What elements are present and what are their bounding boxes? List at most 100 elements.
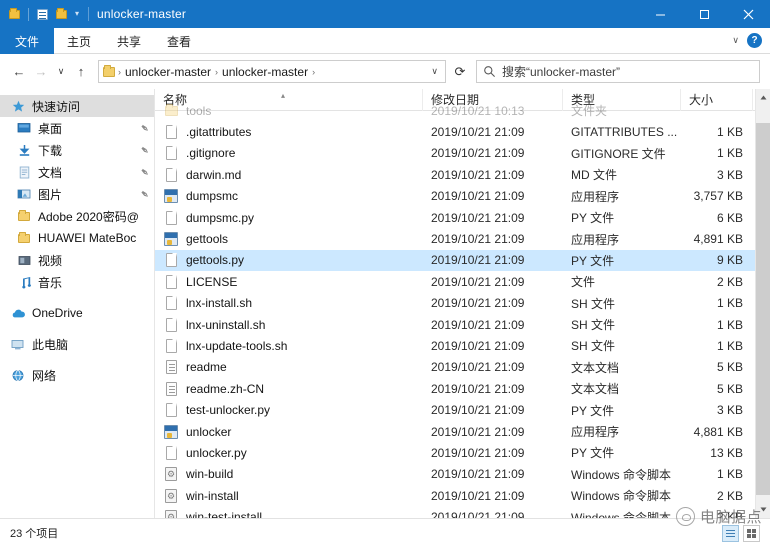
back-button[interactable]: ← [8, 60, 30, 84]
file-name-cell[interactable]: dumpsmc [155, 188, 423, 204]
up-button[interactable]: ↑ [70, 60, 92, 84]
table-row[interactable]: .gitattributes 2019/10/21 21:09 GITATTRIBU… [155, 121, 755, 142]
sidebar-item-this-pc[interactable]: 此电脑 [0, 333, 155, 355]
table-row[interactable]: tools 2019/10/21 10:13 文件夹 [155, 100, 755, 121]
sidebar-item-onedrive[interactable]: OneDrive [0, 302, 155, 324]
table-row[interactable]: dumpsmc 2019/10/21 21:09 应用程序 3,757 KB [155, 186, 755, 207]
file-name-cell[interactable]: win-test-install [155, 509, 423, 518]
search-box[interactable]: 搜索“unlocker-master” [476, 60, 760, 83]
tab-share[interactable]: 共享 [104, 28, 154, 54]
file-date-cell: 2019/10/21 21:09 [431, 296, 525, 311]
tab-home[interactable]: 主页 [54, 28, 104, 54]
recent-locations-icon[interactable]: ∨ [52, 60, 70, 84]
file-name-cell[interactable]: LICENSE [155, 274, 423, 290]
table-row[interactable]: .gitignore 2019/10/21 21:09 GITIGNORE 文件 1 … [155, 143, 755, 164]
tab-file[interactable]: 文件 [0, 28, 55, 54]
chevron-down-icon[interactable]: ▾ [72, 10, 82, 18]
properties-icon[interactable] [34, 6, 51, 23]
sidebar-item-downloads[interactable]: 下载 ✒ [0, 139, 155, 161]
file-name-cell[interactable]: readme.zh-CN [155, 381, 423, 397]
file-icon [163, 338, 179, 354]
file-type-cell: SH 文件 [571, 339, 616, 354]
table-row[interactable]: lnx-uninstall.sh 2019/10/21 21:09 SH 文件 1 K… [155, 314, 755, 335]
address-dropdown-icon[interactable]: ∨ [428, 66, 441, 77]
scroll-down-icon[interactable] [756, 501, 770, 518]
table-row[interactable]: readme.zh-CN 2019/10/21 21:09 文本文档 5 KB [155, 378, 755, 399]
search-input[interactable]: 搜索“unlocker-master” [502, 63, 620, 80]
refresh-button[interactable]: ⟳ [448, 60, 472, 83]
file-name-cell[interactable]: unlocker.py [155, 445, 423, 461]
file-size-cell: 3,757 KB [693, 189, 743, 204]
file-size-cell: 1 KB [716, 125, 743, 140]
breadcrumb-item-2[interactable]: unlocker-master [219, 65, 311, 79]
table-row[interactable]: gettools.py 2019/10/21 21:09 PY 文件 9 KB [155, 249, 755, 272]
sidebar-item-pictures[interactable]: 图片 ✒ [0, 183, 155, 205]
file-name-cell[interactable]: win-build [155, 466, 423, 482]
table-row[interactable]: dumpsmc.py 2019/10/21 21:09 PY 文件 6 KB [155, 207, 755, 228]
folder-icon [16, 230, 32, 246]
file-name-cell[interactable]: lnx-update-tools.sh [155, 338, 423, 354]
file-name-cell[interactable]: gettools [155, 231, 423, 247]
file-name-cell[interactable]: dumpsmc.py [155, 210, 423, 226]
text-icon [163, 381, 179, 397]
table-row[interactable]: unlocker.py 2019/10/21 21:09 PY 文件 13 KB [155, 442, 755, 463]
sidebar-item-huawei-folder[interactable]: HUAWEI MateBoc [0, 227, 155, 249]
vertical-scrollbar[interactable] [755, 89, 770, 518]
table-row[interactable]: LICENSE 2019/10/21 21:09 文件 2 KB [155, 271, 755, 292]
file-name-cell[interactable]: darwin.md [155, 167, 423, 183]
tab-view[interactable]: 查看 [154, 28, 204, 54]
chevron-down-icon[interactable]: ∨ [732, 35, 739, 46]
scrollbar-thumb[interactable] [756, 123, 770, 495]
pin-icon[interactable]: ✒ [137, 120, 152, 136]
table-row[interactable]: unlocker 2019/10/21 21:09 应用程序 4,881 KB [155, 421, 755, 442]
file-name-label: lnx-uninstall.sh [186, 317, 266, 332]
file-date-cell: 2019/10/21 21:09 [431, 403, 525, 418]
file-name-cell[interactable]: test-unlocker.py [155, 402, 423, 418]
file-size-cell: 2 KB [716, 510, 743, 518]
details-view-button[interactable] [722, 524, 739, 542]
sidebar-item-videos[interactable]: 视频 [0, 249, 155, 271]
scroll-up-icon[interactable] [756, 89, 770, 106]
file-name-cell[interactable]: .gitignore [155, 145, 423, 161]
pin-icon[interactable]: ✒ [137, 164, 152, 180]
file-name-cell[interactable]: unlocker [155, 424, 423, 440]
file-name-cell[interactable]: gettools.py [155, 252, 423, 268]
help-icon[interactable]: ? [747, 33, 762, 48]
sidebar-item-documents[interactable]: 文档 ✒ [0, 161, 155, 183]
folder-icon[interactable] [6, 6, 23, 23]
address-bar[interactable]: › unlocker-master › unlocker-master › ∨ [98, 60, 446, 83]
minimize-button[interactable] [638, 0, 682, 28]
file-name-cell[interactable]: .gitattributes [155, 124, 423, 140]
file-explorer-window: ▾ unlocker-master 文件 主页 共享 查看 ∨ ? ← → ∨ … [0, 0, 770, 547]
sidebar-item-desktop[interactable]: 桌面 ✒ [0, 117, 155, 139]
table-row[interactable]: lnx-install.sh 2019/10/21 21:09 SH 文件 1 KB [155, 293, 755, 314]
table-row[interactable]: win-test-install 2019/10/21 21:09 Windows … [155, 506, 755, 518]
pin-icon[interactable]: ✒ [137, 142, 152, 158]
table-row[interactable]: gettools 2019/10/21 21:09 应用程序 4,891 KB [155, 228, 755, 249]
table-row[interactable]: readme 2019/10/21 21:09 文本文档 5 KB [155, 357, 755, 378]
file-name-cell[interactable]: lnx-uninstall.sh [155, 317, 423, 333]
file-name-cell[interactable]: tools [155, 103, 423, 119]
table-row[interactable]: lnx-update-tools.sh 2019/10/21 21:09 SH 文件… [155, 335, 755, 356]
large-icons-view-button[interactable] [743, 524, 760, 542]
close-button[interactable] [726, 0, 770, 28]
file-type-cell: 应用程序 [571, 232, 620, 247]
sidebar-item-quick-access[interactable]: 快速访问 [0, 95, 155, 117]
pin-icon[interactable]: ✒ [137, 186, 152, 202]
maximize-button[interactable] [682, 0, 726, 28]
file-name-cell[interactable]: lnx-install.sh [155, 295, 423, 311]
table-row[interactable]: darwin.md 2019/10/21 21:09 MD 文件 3 KB [155, 164, 755, 185]
table-row[interactable]: win-build 2019/10/21 21:09 Windows 命令脚本 1 K… [155, 464, 755, 485]
table-row[interactable]: win-install 2019/10/21 21:09 Windows 命令脚本 2… [155, 485, 755, 506]
file-name-cell[interactable]: readme [155, 359, 423, 375]
sidebar-item-adobe-folder[interactable]: Adobe 2020密码@ [0, 205, 155, 227]
table-row[interactable]: test-unlocker.py 2019/10/21 21:09 PY 文件 3 K… [155, 399, 755, 420]
file-date-cell: 2019/10/21 21:09 [431, 445, 525, 460]
sidebar-item-network[interactable]: 网络 [0, 364, 155, 386]
new-folder-icon[interactable] [53, 6, 70, 23]
breadcrumb-item-1[interactable]: unlocker-master [122, 65, 214, 79]
file-name-label: .gitattributes [186, 125, 252, 140]
file-date-cell: 2019/10/21 21:09 [431, 381, 525, 396]
file-name-cell[interactable]: win-install [155, 488, 423, 504]
sidebar-item-music[interactable]: 音乐 [0, 271, 155, 293]
